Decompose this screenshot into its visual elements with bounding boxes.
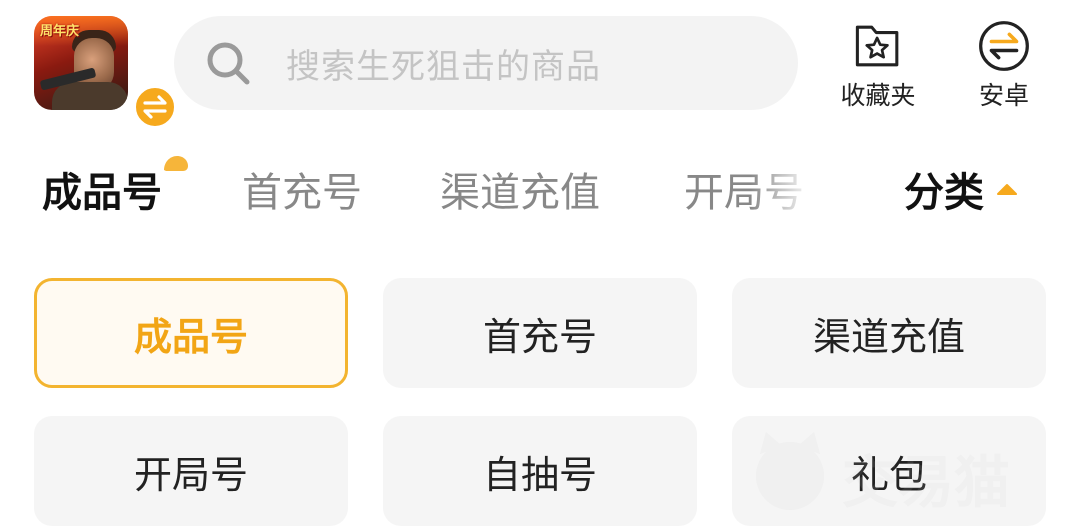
category-label: 首充号 (482, 314, 597, 359)
switch-game-badge[interactable] (132, 84, 178, 130)
tab-channel-recharge[interactable]: 渠道充值 (440, 160, 600, 218)
category-label: 礼包 (850, 452, 927, 497)
game-cover-banner: 周年庆 (40, 24, 80, 39)
screen: 周年庆 搜索生死狙击的商品 收藏夹 安卓 成品号 首充号 渠道充值 开局号 分类… (0, 0, 1080, 532)
tab-finished-account[interactable]: 成品号 (42, 160, 162, 218)
platform-switch-button[interactable]: 安卓 (954, 20, 1054, 112)
favorites-label: 收藏夹 (840, 81, 916, 110)
category-label: 自抽号 (482, 452, 597, 497)
switch-arrows-icon (143, 95, 167, 119)
category-label: 渠道充值 (812, 314, 965, 359)
category-grid: 成品号 首充号 渠道充值 开局号 自抽号 交易猫 礼包 (0, 276, 1080, 532)
switch-arrows-icon (979, 21, 1029, 71)
folder-star-icon (855, 25, 899, 67)
game-cover-icon[interactable]: 周年庆 (34, 16, 178, 130)
category-first-charge-account[interactable]: 首充号 (383, 278, 697, 388)
platform-label: 安卓 (978, 81, 1029, 110)
category-self-draw-account[interactable]: 自抽号 (383, 416, 697, 526)
caret-up-icon (997, 184, 1017, 195)
category-toggle-button[interactable]: 分类 (904, 160, 1018, 218)
category-toggle-label: 分类 (904, 170, 984, 216)
search-placeholder: 搜索生死狙击的商品 (286, 46, 601, 87)
category-label: 开局号 (133, 452, 248, 497)
category-channel-recharge[interactable]: 渠道充值 (732, 278, 1046, 388)
search-icon (207, 42, 250, 85)
category-label: 成品号 (133, 314, 248, 359)
favorites-button[interactable]: 收藏夹 (828, 20, 928, 112)
tab-starter-account[interactable]: 开局号 (684, 160, 804, 218)
cat-logo-icon (756, 432, 824, 510)
category-tabs: 成品号 首充号 渠道充值 开局号 分类 (0, 150, 1080, 220)
category-gift-pack[interactable]: 交易猫 礼包 (732, 416, 1046, 526)
search-input[interactable]: 搜索生死狙击的商品 (174, 16, 798, 110)
category-starter-account[interactable]: 开局号 (34, 416, 348, 526)
category-finished-account[interactable]: 成品号 (34, 278, 348, 388)
new-indicator-dot (164, 156, 188, 171)
game-cover-art: 周年庆 (34, 16, 128, 110)
tab-first-charge-account[interactable]: 首充号 (242, 160, 362, 218)
